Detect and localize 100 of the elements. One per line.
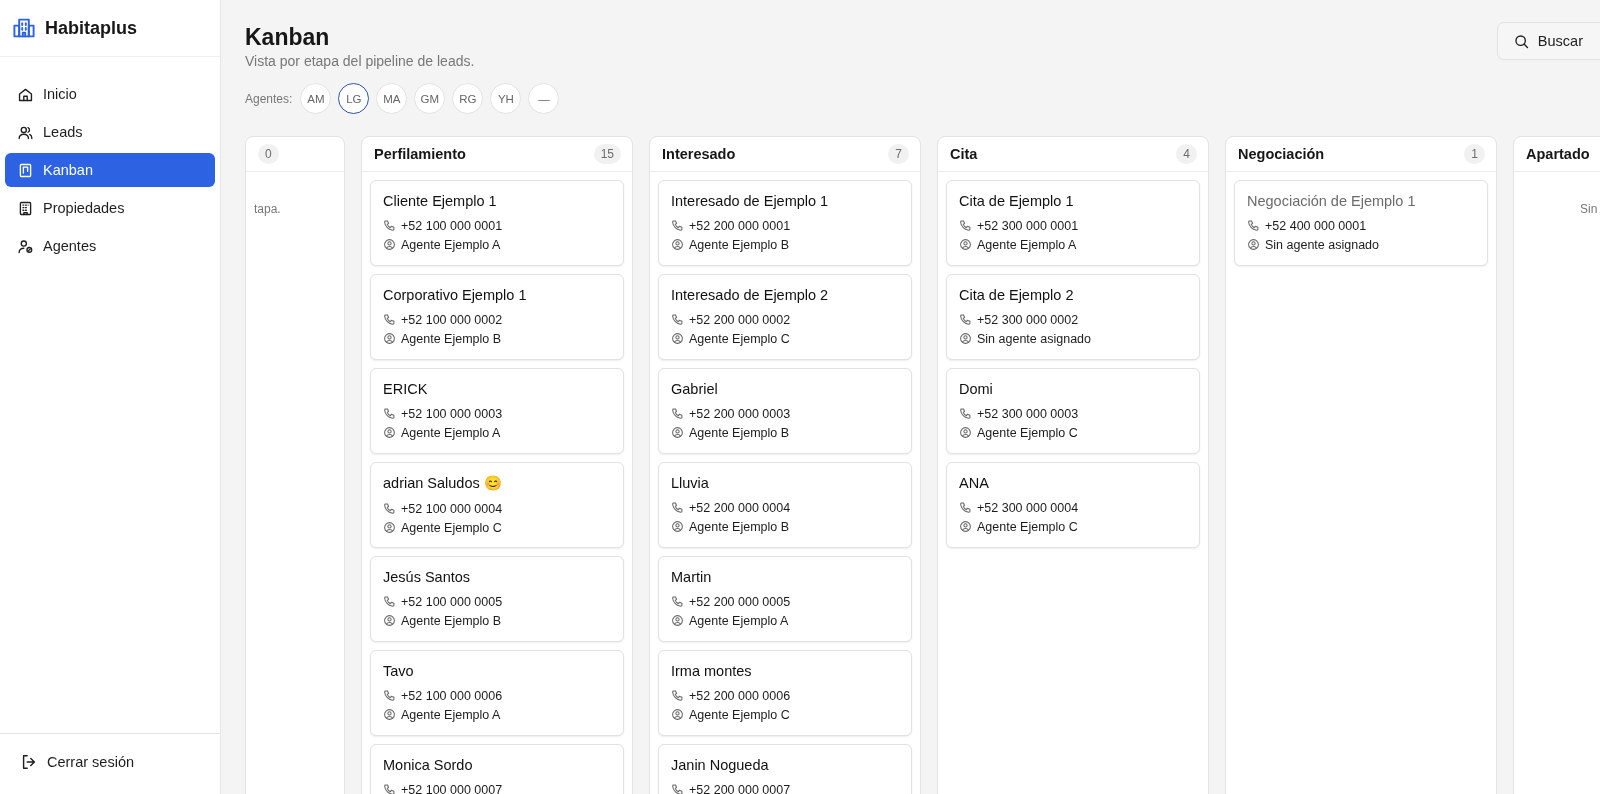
column-title: Interesado [662, 146, 736, 162]
lead-name: Tavo [383, 663, 415, 679]
lead-card[interactable]: Cliente Ejemplo 1 +52 100 000 0001 Agente Ejemplo A [370, 180, 624, 266]
user-circle-icon [671, 520, 684, 533]
lead-card[interactable]: Irma montes +52 200 000 0006 Agente Ejemplo C [658, 650, 912, 736]
lead-name: adrian Saludos 😊 [383, 475, 503, 492]
lead-agent: Agente Ejemplo C [977, 425, 1078, 440]
count-badge: 4 [1176, 144, 1197, 164]
lead-card[interactable]: ERICK +52 100 000 0003 Agente Ejemplo A [370, 368, 624, 454]
phone-icon [383, 783, 396, 794]
lead-agent: Agente Ejemplo B [689, 425, 790, 440]
nav-item[interactable]: Agentes [5, 229, 215, 263]
lead-name: Cliente Ejemplo 1 [383, 193, 498, 209]
user-circle-icon [671, 708, 684, 721]
count-badge: 15 [593, 144, 621, 164]
phone-icon [1247, 219, 1260, 232]
lead-card[interactable]: ANA +52 300 000 0004 Agente Ejemplo C [946, 462, 1200, 548]
lead-agent: Agente Ejemplo C [689, 707, 790, 722]
phone-icon [671, 313, 684, 326]
agent-filter-chip[interactable]: AM [300, 83, 332, 114]
phone-icon [383, 219, 396, 232]
user-circle-icon [383, 332, 396, 345]
lead-phone: +52 200 000 0003 [689, 406, 791, 421]
phone-icon [383, 689, 396, 702]
user-circle-icon [959, 332, 972, 345]
lead-agent: Agente Ejemplo A [401, 425, 501, 440]
lead-card[interactable]: Interesado de Ejemplo 2 +52 200 000 0002 Agente Ejemplo C [658, 274, 912, 360]
nav-item[interactable]: Leads [5, 115, 215, 149]
count-badge: 7 [888, 144, 909, 164]
lead-name: Corporativo Ejemplo 1 [383, 287, 528, 303]
agent-filter-chip[interactable]: YH [490, 83, 522, 114]
board-icon [17, 161, 34, 179]
search-button[interactable]: Buscar [1496, 22, 1600, 60]
lead-card[interactable]: Interesado de Ejemplo 1 +52 200 000 0001 Agente Ejemplo B [658, 180, 912, 266]
phone-icon [959, 501, 972, 514]
agent-filter-chip[interactable]: RG [452, 83, 484, 114]
nav-item[interactable]: Inicio [5, 77, 215, 111]
lead-card[interactable]: Cita de Ejemplo 2 +52 300 000 0002 Sin agente asignado [946, 274, 1200, 360]
lead-agent: Agente Ejemplo A [689, 613, 789, 628]
lead-card[interactable]: Negociación de Ejemplo 1 +52 400 000 0001 Sin agente asignado [1234, 180, 1488, 266]
lead-card[interactable]: Tavo +52 100 000 0006 Agente Ejemplo A [370, 650, 624, 736]
phone-icon [383, 407, 396, 420]
column-title: Apartado [1526, 146, 1590, 162]
lead-phone: +52 100 000 0001 [401, 218, 503, 233]
agent-filter-chip[interactable]: — [528, 83, 560, 114]
page-subtitle: Vista por etapa del pipeline de leads. [245, 53, 475, 69]
lead-card[interactable]: Janin Nogueda +52 200 000 0007 [658, 744, 912, 794]
lead-phone: +52 400 000 0001 [1265, 218, 1367, 233]
lead-card[interactable]: Jesús Santos +52 100 000 0005 Agente Ejemplo B [370, 556, 624, 642]
column-title: Negociación [1238, 146, 1325, 162]
user-circle-icon [671, 332, 684, 345]
lead-agent: Agente Ejemplo B [401, 613, 502, 628]
logout-link[interactable]: Cerrar sesión [16, 748, 204, 776]
user-circle-icon [671, 426, 684, 439]
lead-card[interactable]: Domi +52 300 000 0003 Agente Ejemplo C [946, 368, 1200, 454]
agent-filter-chip[interactable]: MA [376, 83, 408, 114]
agent-filter-chip[interactable]: GM [414, 83, 446, 114]
agent-filter-chip[interactable]: LG [338, 83, 370, 114]
lead-phone: +52 100 000 0006 [401, 688, 503, 703]
empty-message: tapa. [254, 201, 282, 216]
lead-name: Interesado de Ejemplo 2 [671, 287, 830, 303]
user-circle-icon [383, 426, 396, 439]
lead-name: Negociación de Ejemplo 1 [1247, 193, 1417, 209]
lead-name: ANA [959, 475, 990, 491]
lead-card[interactable]: Monica Sordo +52 100 000 0007 [370, 744, 624, 794]
lead-name: Janin Nogueda [671, 757, 770, 773]
lead-phone: +52 300 000 0002 [977, 312, 1079, 327]
lead-card[interactable]: Gabriel +52 200 000 0003 Agente Ejemplo B [658, 368, 912, 454]
phone-icon [671, 501, 684, 514]
lead-agent: Agente Ejemplo A [401, 237, 501, 252]
lead-agent: Agente Ejemplo A [977, 237, 1077, 252]
column-title: Perfilamiento [374, 146, 466, 162]
column-title: Cita [950, 146, 978, 162]
phone-icon [383, 502, 396, 515]
lead-phone: +52 200 000 0001 [689, 218, 791, 233]
lead-agent: Agente Ejemplo C [689, 331, 790, 346]
lead-name: Irma montes [671, 663, 753, 679]
phone-icon [671, 595, 684, 608]
lead-card[interactable]: Corporativo Ejemplo 1 +52 100 000 0002 Agente Ejemplo B [370, 274, 624, 360]
count-badge: 0 [258, 144, 279, 164]
user-circle-icon [959, 238, 972, 251]
logout-icon [20, 753, 38, 771]
lead-card[interactable]: adrian Saludos 😊 +52 100 000 0004 Agente Ejemplo C [370, 462, 624, 548]
lead-name: Domi [959, 381, 994, 397]
lead-name: Monica Sordo [383, 757, 474, 773]
nav-item[interactable]: Kanban [5, 153, 215, 187]
user-circle-icon [959, 520, 972, 533]
phone-icon [671, 689, 684, 702]
lead-agent: Agente Ejemplo B [401, 331, 502, 346]
lead-agent: Agente Ejemplo B [689, 519, 790, 534]
lead-card[interactable]: Lluvia +52 200 000 0004 Agente Ejemplo B [658, 462, 912, 548]
count-badge: 1 [1464, 144, 1485, 164]
phone-icon [959, 219, 972, 232]
phone-icon [959, 313, 972, 326]
lead-phone: +52 100 000 0002 [401, 312, 503, 327]
lead-phone: +52 300 000 0004 [977, 500, 1079, 515]
lead-card[interactable]: Martin +52 200 000 0005 Agente Ejemplo A [658, 556, 912, 642]
lead-name: ERICK [383, 381, 429, 397]
nav-item[interactable]: Propiedades [5, 191, 215, 225]
lead-card[interactable]: Cita de Ejemplo 1 +52 300 000 0001 Agente Ejemplo A [946, 180, 1200, 266]
